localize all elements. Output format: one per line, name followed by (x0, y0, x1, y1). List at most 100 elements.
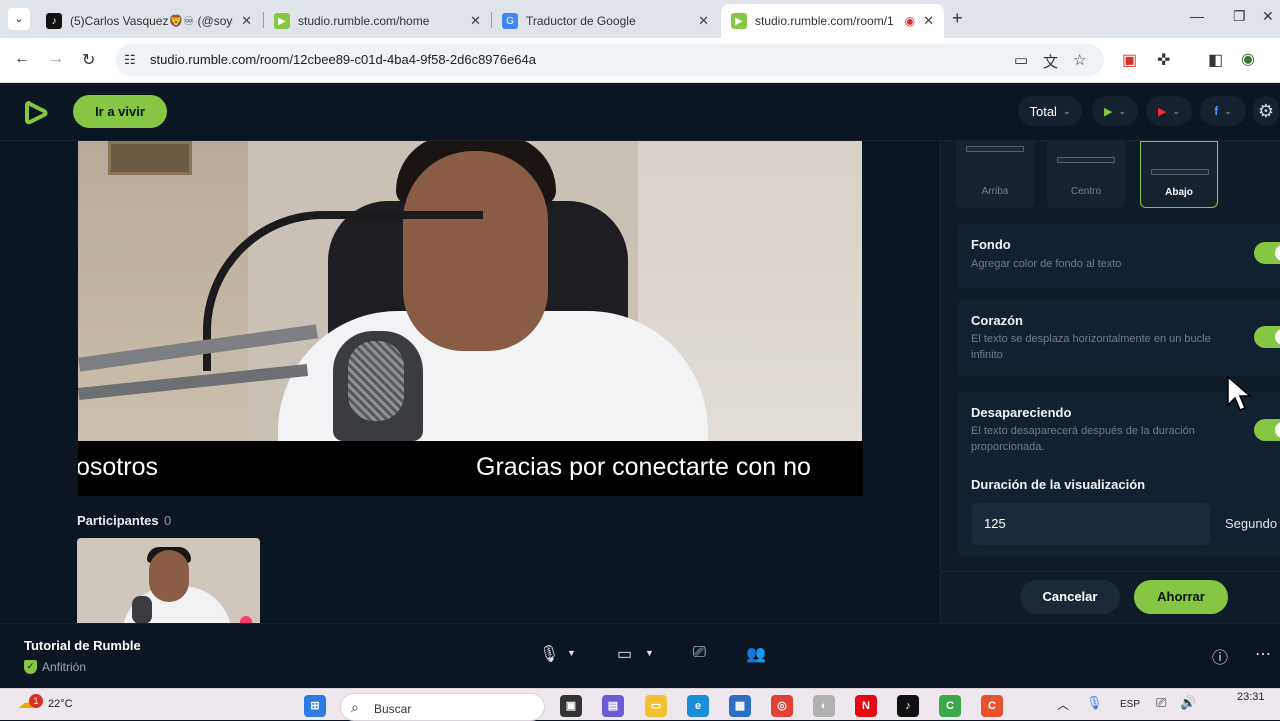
start-windows-icon[interactable]: ⊞ (304, 695, 326, 717)
task-view-icon[interactable]: ▣ (560, 695, 582, 717)
microphone-muted-icon[interactable]: 🎙 (539, 644, 559, 664)
room-title: Tutorial de Rumble (24, 638, 141, 653)
help-icon[interactable]: ⓘ (1212, 644, 1228, 668)
network-icon[interactable]: ⎚ (1156, 695, 1166, 711)
save-button[interactable]: Ahorrar (1134, 580, 1228, 614)
tiktok-icon[interactable]: ♪ (897, 695, 919, 717)
clock-time[interactable]: 23:31 (1237, 691, 1265, 703)
address-bar-row: ← → ↻ ☷ studio.rumble.com/room/12cbee89-… (0, 38, 1280, 83)
tab-tiktok[interactable]: ♪ (5)Carlos Vasquez🦁♾ (@soyc ✕ (36, 4, 262, 38)
option-corazon: Corazón El texto se desplaza horizontalm… (957, 300, 1280, 376)
position-label: Abajo (1165, 187, 1193, 198)
translate-icon[interactable]: 文 (1043, 51, 1058, 72)
bookmark-star-icon[interactable]: ☆ (1073, 51, 1086, 69)
tab-rumble-home[interactable]: ▶ studio.rumble.com/home ✕ (264, 4, 491, 38)
restore-icon[interactable]: ❐ (1233, 8, 1246, 25)
teams-icon[interactable]: ▤ (602, 695, 624, 717)
facebook-viewers-dropdown[interactable]: f ⌄ (1200, 96, 1246, 126)
chrome-icon[interactable]: ◎ (771, 695, 793, 717)
room-role: Anfitrión (42, 660, 87, 674)
tab-rumble-room[interactable]: ▶ studio.rumble.com/room/1 ◉ ✕ (721, 4, 944, 38)
close-icon[interactable]: ✕ (470, 13, 481, 29)
windows-taskbar: ☁ 1 22°C ⊞ ⌕ Buscar ▣ ▤ ▭ e ▦ ◎ ◐ N ♪ C … (0, 688, 1280, 721)
new-tab-button[interactable]: + (952, 8, 963, 29)
profile-avatar[interactable]: ◉ (1241, 49, 1255, 69)
corazon-toggle[interactable] (1254, 326, 1280, 348)
search-icon: ⌕ (351, 699, 359, 715)
position-center-button[interactable]: Centro (1047, 141, 1125, 208)
participant-thumbnail[interactable] (77, 538, 260, 624)
tab-title: (5)Carlos Vasquez🦁♾ (@soyc (70, 14, 234, 28)
close-icon[interactable]: ✕ (698, 13, 709, 29)
settings-gear-icon[interactable]: ⚙ (1253, 96, 1279, 126)
store-icon[interactable]: ▦ (729, 695, 751, 717)
screen-share-icon[interactable]: ⎚ (693, 644, 706, 662)
host-shield-icon: ✓ (24, 660, 37, 674)
taskbar-search-input[interactable]: ⌕ Buscar (340, 693, 545, 721)
participants-count: 0 (164, 513, 172, 528)
duration-input[interactable]: 125 (972, 503, 1210, 545)
option-description: El texto desaparecerá después de la dura… (971, 425, 1195, 453)
close-icon[interactable]: ✕ (923, 13, 934, 29)
file-explorer-icon[interactable]: ▭ (645, 695, 667, 717)
more-options-icon[interactable]: ⋯ (1255, 644, 1271, 664)
position-label: Centro (1070, 186, 1101, 197)
host-video (78, 141, 862, 441)
volume-icon[interactable]: 🔊 (1180, 695, 1196, 711)
desapareciendo-toggle[interactable] (1254, 419, 1280, 441)
stage-area: osotros Gracias por conectarte con no Pa… (0, 141, 940, 624)
omnibox[interactable]: ☷ studio.rumble.com/room/12cbee89-c01d-4… (116, 44, 1104, 76)
participants-icon[interactable]: 👥 (746, 644, 766, 664)
language-indicator[interactable]: ESP (1120, 699, 1140, 710)
window-close-icon[interactable]: ✕ (1262, 8, 1274, 25)
duration-label: Duración de la visualización (971, 477, 1146, 492)
camera-icon[interactable]: ▭ (1014, 51, 1028, 69)
participants-label: Participantes (77, 513, 159, 528)
minimize-icon[interactable]: — (1190, 8, 1204, 24)
youtube-viewers-dropdown[interactable]: ▶ ⌄ (1146, 96, 1192, 126)
rumble-viewers-dropdown[interactable]: ▶ ⌄ (1092, 96, 1138, 126)
chevron-down-icon[interactable]: ▼ (567, 648, 576, 658)
total-dropdown[interactable]: Total ⌄ (1018, 96, 1082, 126)
microphone-icon[interactable]: 🎙 (1086, 695, 1103, 711)
temperature[interactable]: 22°C (48, 698, 73, 710)
app-icon[interactable]: ◐ (813, 695, 835, 717)
recorder-icon[interactable]: C (981, 695, 1003, 717)
go-live-button[interactable]: Ir a vivir (73, 95, 167, 128)
chevron-down-icon[interactable]: ▼ (645, 648, 654, 658)
reload-icon[interactable]: ↻ (82, 50, 95, 70)
tab-search-icon[interactable]: ⌄ (8, 8, 30, 30)
camera-icon[interactable]: ▭ (617, 644, 632, 664)
total-label: Total (1029, 103, 1057, 119)
rumble-logo-icon[interactable] (22, 99, 50, 127)
site-settings-icon[interactable]: ☷ (124, 52, 136, 68)
show-hidden-icons[interactable]: ︿ (1057, 696, 1069, 713)
cancel-button[interactable]: Cancelar (1020, 580, 1120, 614)
fondo-toggle[interactable] (1254, 242, 1280, 264)
caption-text-left: osotros (78, 453, 158, 481)
tab-title: studio.rumble.com/home (298, 14, 430, 28)
position-top-button[interactable]: Arriba (956, 141, 1034, 208)
close-icon[interactable]: ✕ (241, 13, 252, 29)
back-icon[interactable]: ← (14, 50, 30, 68)
edge-icon[interactable]: e (687, 695, 709, 717)
extensions-puzzle-icon[interactable]: ✜ (1157, 50, 1170, 70)
position-bottom-button[interactable]: Abajo (1140, 141, 1218, 208)
rumble-icon: ▶ (274, 13, 290, 29)
rumble-icon: ▶ (1103, 105, 1113, 118)
camtasia-icon[interactable]: C (939, 695, 961, 717)
forward-icon[interactable]: → (48, 50, 64, 68)
weather-badge: 1 (29, 694, 43, 708)
url-text: studio.rumble.com/room/12cbee89-c01d-4ba… (150, 52, 536, 67)
side-panel-icon[interactable]: ◧ (1208, 50, 1223, 70)
extension-icon[interactable]: ▣ (1122, 50, 1137, 70)
option-title: Desapareciendo (971, 405, 1072, 420)
netflix-icon[interactable]: N (855, 695, 877, 717)
tab-google-translate[interactable]: G Traductor de Google ✕ (492, 4, 719, 38)
duration-unit: Segundo (1225, 516, 1278, 531)
recording-icon: ◉ (904, 14, 916, 28)
option-title: Corazón (971, 313, 1023, 328)
rumble-icon: ▶ (731, 13, 747, 29)
wall-picture (108, 141, 192, 175)
tab-title: studio.rumble.com/room/1 (755, 14, 894, 28)
